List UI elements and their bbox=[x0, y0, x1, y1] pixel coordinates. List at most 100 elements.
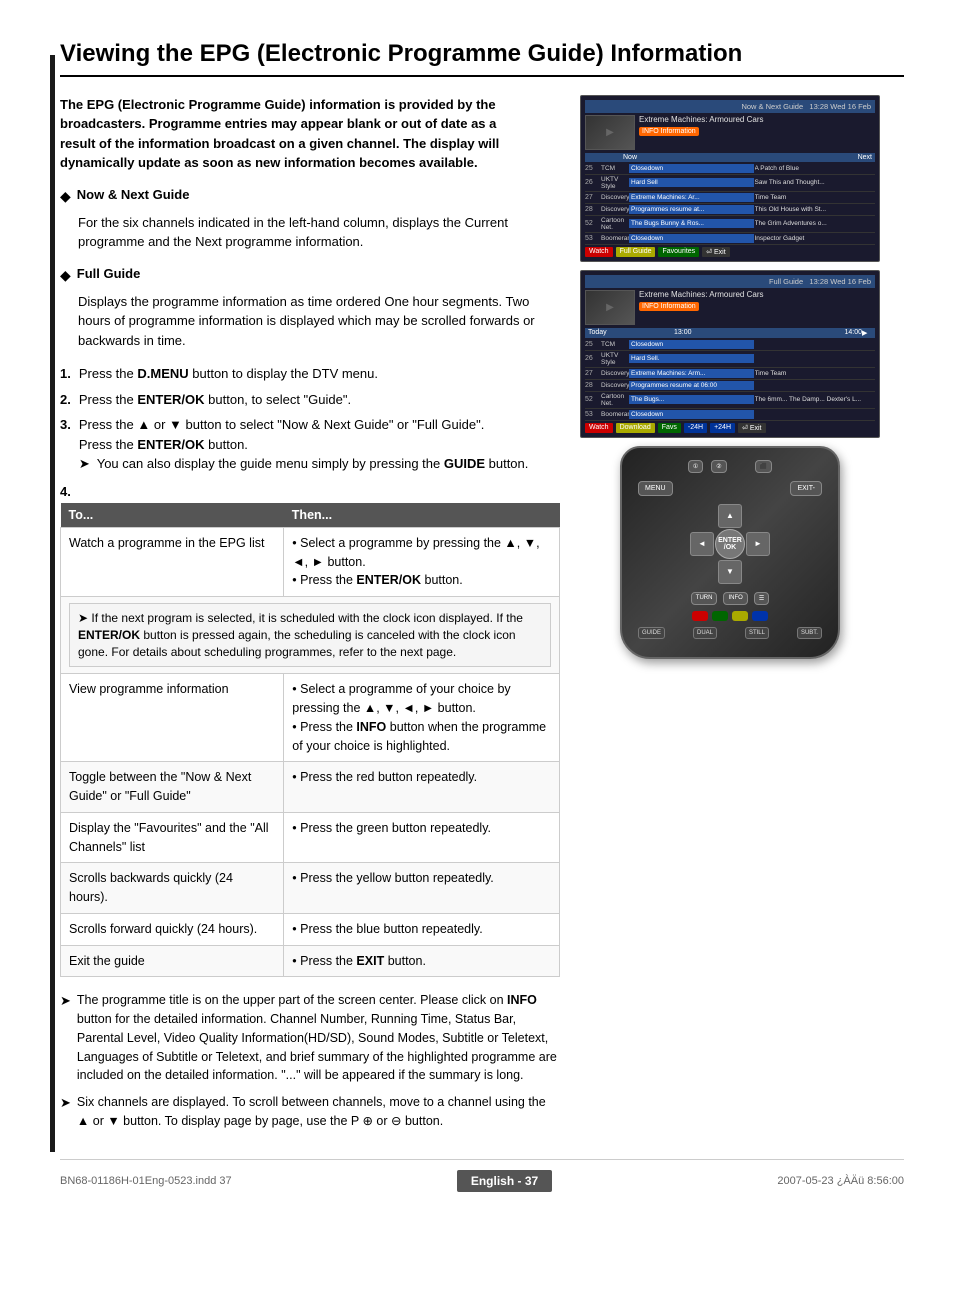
diamond-icon: ◆ bbox=[60, 188, 71, 205]
footer-file-info: BN68-01186H-01Eng-0523.indd 37 bbox=[60, 1175, 232, 1187]
remote-top-buttons: ① ② ⬛ bbox=[638, 460, 822, 473]
epg-full-guide-title: Full Guide 13:28 Wed 16 Feb bbox=[585, 275, 875, 288]
remote-menu-btn[interactable]: MENU bbox=[638, 481, 673, 496]
epg-full-guide-btn[interactable]: Full Guide bbox=[616, 247, 656, 257]
table-cell-then: • Select a programme by pressing the ▲, … bbox=[284, 527, 560, 596]
remote-up-btn[interactable]: ▲ bbox=[718, 504, 742, 528]
table-row: Scrolls forward quickly (24 hours).• Pre… bbox=[61, 913, 560, 945]
bottom-note-2-text: Six channels are displayed. To scroll be… bbox=[77, 1093, 560, 1131]
epg-full-guide-footer: Watch Download Favs -24H +24H ⏎ Exit bbox=[585, 423, 875, 433]
epg-favourites-btn[interactable]: Favourites bbox=[658, 247, 699, 257]
epg-watch-btn-2[interactable]: Watch bbox=[585, 423, 613, 433]
remote-control-image: ① ② ⬛ MENU EXIT- bbox=[580, 446, 880, 659]
page-title: Viewing the EPG (Electronic Programme Gu… bbox=[60, 40, 904, 77]
epg-24h-fwd-btn[interactable]: +24H bbox=[710, 423, 735, 433]
table-cell-then: • Select a programme of your choice by p… bbox=[284, 674, 560, 762]
remote-yellow-btn[interactable] bbox=[732, 611, 748, 621]
intro-text: The EPG (Electronic Programme Guide) inf… bbox=[60, 95, 520, 173]
remote-turn-btn[interactable]: TURN bbox=[691, 592, 718, 605]
right-panel: Now & Next Guide 13:28 Wed 16 Feb ▶ Extr… bbox=[580, 95, 880, 1139]
remote-extra-btn[interactable]: ☰ bbox=[754, 592, 769, 605]
remote-dual-btn[interactable]: DUAL bbox=[693, 627, 717, 639]
epg-24h-back-btn[interactable]: -24H bbox=[684, 423, 707, 433]
epg-exit-btn-2[interactable]: ⏎ Exit bbox=[738, 423, 765, 433]
epg-now-next-screen: Now & Next Guide 13:28 Wed 16 Feb ▶ Extr… bbox=[580, 95, 880, 262]
page-number-badge: English - 37 bbox=[457, 1170, 552, 1192]
bottom-note-1-text: The programme title is on the upper part… bbox=[77, 991, 560, 1085]
note-row: ➤ If the next program is selected, it is… bbox=[61, 597, 560, 674]
section-full-guide: ◆ Full Guide bbox=[60, 266, 560, 284]
section-now-next-body: For the six channels indicated in the le… bbox=[78, 213, 560, 252]
epg-thumbnail-2: ▶ bbox=[585, 290, 635, 325]
epg-channel-row: 53BoomerangClosedownInspector Gadget bbox=[585, 233, 875, 245]
table-row: View programme information• Select a pro… bbox=[61, 674, 560, 762]
table-cell-then: • Press the green button repeatedly. bbox=[284, 812, 560, 863]
epg-full-guide-header: Today 13:00 14:00 ▶ bbox=[585, 328, 875, 338]
epg-channel-row: 28DiscoveryH.Programmes resume at 06:00 bbox=[585, 380, 875, 392]
section-full-guide-title: Full Guide bbox=[77, 266, 141, 281]
remote-blue-btn[interactable] bbox=[752, 611, 768, 621]
epg-channel-row: 28DiscoveryH.Programmes resume at...This… bbox=[585, 204, 875, 216]
epg-channel-row: 26UKTV StyleHard Sell. bbox=[585, 351, 875, 368]
bottom-notes: ➤ The programme title is on the upper pa… bbox=[60, 991, 560, 1130]
remote-bottom-row: GUIDE DUAL STILL SUBT. bbox=[638, 627, 822, 639]
epg-channel-row: 52Cartoon Net.The Bugs...The 6mm... The … bbox=[585, 392, 875, 409]
table-row: Watch a programme in the EPG list• Selec… bbox=[61, 527, 560, 596]
step-1-text: Press the D.MENU button to display the D… bbox=[79, 364, 378, 384]
epg-favourites-btn-2[interactable]: Favs bbox=[658, 423, 681, 433]
epg-channel-row: 25TCMClosedown bbox=[585, 339, 875, 351]
remote-color-buttons bbox=[638, 611, 822, 621]
remote-menu-row: MENU EXIT- bbox=[638, 481, 822, 496]
epg-now-next-header: Now Next bbox=[585, 153, 875, 162]
table-row: Exit the guide• Press the EXIT button. bbox=[61, 945, 560, 977]
table-cell-to: View programme information bbox=[61, 674, 284, 762]
remote-enter-btn[interactable]: ENTER/OK bbox=[715, 529, 745, 559]
table-row: Scrolls backwards quickly (24 hours).• P… bbox=[61, 863, 560, 914]
section-now-next: ◆ Now & Next Guide bbox=[60, 187, 560, 205]
epg-now-next-footer: Watch Full Guide Favourites ⏎ Exit bbox=[585, 247, 875, 257]
remote-down-btn[interactable]: ▼ bbox=[718, 560, 742, 584]
remote-body: ① ② ⬛ MENU EXIT- bbox=[620, 446, 840, 659]
epg-info-button-2[interactable]: INFO Information bbox=[639, 302, 699, 311]
table-cell-to: Scrolls backwards quickly (24 hours). bbox=[61, 863, 284, 914]
epg-watch-btn[interactable]: Watch bbox=[585, 247, 613, 257]
steps-list: 1. Press the D.MENU button to display th… bbox=[60, 364, 560, 474]
epg-channel-row: 25TCMClosedownA Patch of Blue bbox=[585, 163, 875, 175]
remote-green-btn[interactable] bbox=[712, 611, 728, 621]
remote-subt-btn[interactable]: SUBT. bbox=[797, 627, 822, 639]
remote-exit-btn[interactable]: EXIT- bbox=[790, 481, 822, 496]
remote-guide-btn[interactable]: GUIDE bbox=[638, 627, 665, 639]
epg-prog-info: Extreme Machines: Armoured Cars INFO Inf… bbox=[639, 115, 875, 150]
guide-table: To... Then... Watch a programme in the E… bbox=[60, 503, 560, 978]
epg-channel-row: 27DiscoveryExtreme Machines: Ar...Time T… bbox=[585, 192, 875, 204]
page-footer: BN68-01186H-01Eng-0523.indd 37 English -… bbox=[60, 1159, 904, 1192]
table-cell-to: Scrolls forward quickly (24 hours). bbox=[61, 913, 284, 945]
remote-btn-2[interactable]: ② bbox=[711, 460, 726, 473]
table-header-to: To... bbox=[61, 503, 284, 528]
remote-btn-1[interactable]: ① bbox=[688, 460, 703, 473]
note-cell: ➤ If the next program is selected, it is… bbox=[61, 597, 560, 674]
step-4-container: 4. To... Then... Watch a programme in th… bbox=[60, 484, 560, 978]
epg-exit-btn[interactable]: ⏎ Exit bbox=[702, 247, 729, 257]
note-box: ➤ If the next program is selected, it is… bbox=[69, 603, 551, 667]
table-cell-to: Exit the guide bbox=[61, 945, 284, 977]
remote-btn-3[interactable]: ⬛ bbox=[755, 460, 772, 473]
step-2: 2. Press the ENTER/OK button, to select … bbox=[60, 390, 560, 410]
remote-red-btn[interactable] bbox=[692, 611, 708, 621]
table-row: Display the "Favourites" and the "All Ch… bbox=[61, 812, 560, 863]
epg-info-button[interactable]: INFO Information bbox=[639, 127, 699, 136]
remote-info-btn[interactable]: INFO bbox=[723, 592, 747, 605]
step-3: 3. Press the ▲ or ▼ button to select "No… bbox=[60, 415, 560, 474]
epg-download-btn[interactable]: Download bbox=[616, 423, 655, 433]
epg-full-guide-screen: Full Guide 13:28 Wed 16 Feb ▶ Extreme Ma… bbox=[580, 270, 880, 438]
epg-channel-row: 53BoomerangClosedown bbox=[585, 409, 875, 421]
step-4-num: 4. bbox=[60, 484, 71, 499]
bottom-note-1: ➤ The programme title is on the upper pa… bbox=[60, 991, 560, 1085]
remote-dpad-area: ▲ ▼ ◄ ► ENTER/OK bbox=[638, 504, 822, 584]
remote-right-btn[interactable]: ► bbox=[746, 532, 770, 556]
remote-still-btn[interactable]: STILL bbox=[745, 627, 769, 639]
epg-thumbnail: ▶ bbox=[585, 115, 635, 150]
step-1: 1. Press the D.MENU button to display th… bbox=[60, 364, 560, 384]
remote-left-btn[interactable]: ◄ bbox=[690, 532, 714, 556]
epg-now-next-title: Now & Next Guide 13:28 Wed 16 Feb bbox=[585, 100, 875, 113]
